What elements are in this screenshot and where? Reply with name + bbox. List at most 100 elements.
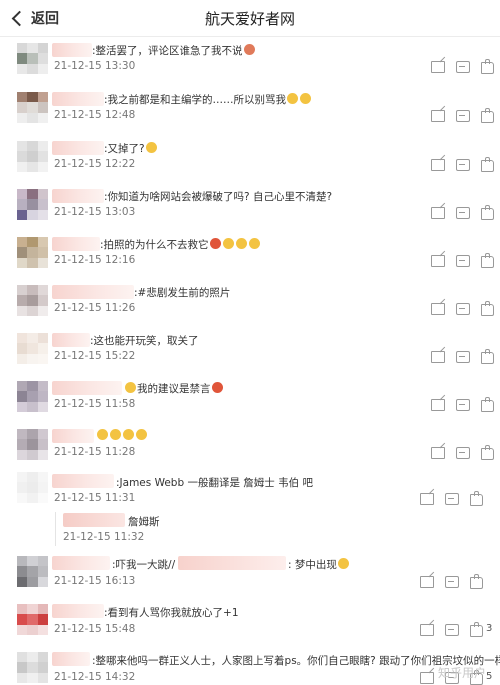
comment-icon[interactable] — [456, 61, 470, 73]
comment-icon[interactable] — [456, 110, 470, 122]
emoji-icon — [337, 558, 349, 569]
emoji-icon — [145, 142, 157, 153]
comment-text: :你知道为啥网站会被爆破了吗? 自己心里不清楚? — [104, 191, 333, 203]
emoji-icon — [110, 429, 121, 440]
like-icon[interactable] — [481, 59, 494, 74]
emoji-icon — [235, 238, 247, 249]
comment-time: 21-12-15 12:22 — [54, 158, 136, 170]
avatar — [17, 333, 48, 364]
comment-text: :又掉了? — [104, 141, 158, 156]
like-icon[interactable] — [481, 108, 494, 123]
share-icon[interactable] — [431, 447, 445, 459]
comment-item: :整哪来他吗一群正义人士，人家图上写着ps。你们自己眼瞎? 跟动了你们祖宗坟似的… — [0, 648, 500, 685]
share-icon[interactable] — [420, 672, 434, 684]
emoji-icon — [222, 238, 234, 249]
comment-icon[interactable] — [456, 447, 470, 459]
comment-icon[interactable] — [445, 624, 459, 636]
username-blurred — [52, 333, 90, 347]
comment-item: :我之前都是和主编学的……所以别骂我 21-12-15 12:48 — [0, 87, 500, 133]
username-blurred — [52, 141, 104, 155]
comment-item: :#悲剧发生前的照片 21-12-15 11:26 — [0, 280, 500, 326]
avatar — [17, 43, 48, 74]
share-icon[interactable] — [431, 255, 445, 267]
comment-text: :这也能开玩笑，取关了 — [90, 335, 199, 347]
comment-icon[interactable] — [456, 207, 470, 219]
emoji-icon — [300, 93, 312, 104]
emoji-icon — [211, 382, 223, 393]
like-icon[interactable] — [481, 349, 494, 364]
username-blurred — [52, 652, 90, 666]
like-icon[interactable] — [481, 301, 494, 316]
reply-item: 詹姆斯 21-12-15 11:32 — [0, 510, 500, 546]
like-icon[interactable] — [481, 445, 494, 460]
comment-text: 我的建议是禁言 — [124, 381, 224, 396]
comment-icon[interactable] — [445, 493, 459, 505]
comment-time: 21-12-15 16:13 — [54, 575, 136, 587]
comment-item: :James Webb 一般翻译是 詹姆士 韦伯 吧 21-12-15 11:3… — [0, 472, 500, 508]
share-icon[interactable] — [431, 110, 445, 122]
share-icon[interactable] — [431, 399, 445, 411]
comment-item: :吓我一大跳// : 梦中出现 21-12-15 16:13 — [0, 552, 500, 596]
emoji-icon — [125, 382, 136, 393]
like-icon[interactable] — [470, 491, 483, 506]
share-icon[interactable] — [431, 61, 445, 73]
like-icon[interactable] — [481, 157, 494, 172]
like-icon[interactable] — [481, 397, 494, 412]
share-icon[interactable] — [431, 159, 445, 171]
share-icon[interactable] — [431, 303, 445, 315]
avatar — [17, 92, 48, 123]
comment-item: 21-12-15 11:28 — [0, 424, 500, 470]
username-blurred — [52, 285, 134, 299]
comment-icon[interactable] — [456, 303, 470, 315]
username-blurred — [178, 556, 286, 570]
like-icon[interactable] — [481, 253, 494, 268]
comment-text: :James Webb 一般翻译是 詹姆士 韦伯 吧 — [116, 477, 313, 489]
comment-icon[interactable] — [456, 399, 470, 411]
comment-time: 21-12-15 11:31 — [54, 492, 136, 504]
avatar — [17, 189, 48, 220]
username-blurred — [52, 474, 114, 488]
comment-icon[interactable] — [456, 255, 470, 267]
comment-text: :#悲剧发生前的照片 — [134, 287, 231, 299]
comment-icon[interactable] — [456, 159, 470, 171]
comment-time: 21-12-15 11:26 — [54, 302, 136, 314]
emoji-icon — [248, 238, 260, 249]
comment-icon[interactable] — [456, 351, 470, 363]
comment-item: :整活罢了，评论区谁急了我不说 21-12-15 13:30 — [0, 38, 500, 84]
avatar — [17, 472, 48, 503]
comment-time: 21-12-15 13:30 — [54, 60, 136, 72]
like-icon[interactable] — [470, 622, 483, 637]
avatar — [17, 604, 48, 635]
avatar — [17, 556, 48, 587]
avatar — [17, 141, 48, 172]
share-icon[interactable] — [431, 207, 445, 219]
emoji-icon — [243, 44, 255, 55]
username-blurred — [52, 604, 104, 618]
share-icon[interactable] — [420, 493, 434, 505]
like-icon[interactable] — [470, 574, 483, 589]
watermark: 知乎用户 — [437, 666, 486, 680]
share-icon[interactable] — [431, 351, 445, 363]
comment-time: 21-12-15 15:48 — [54, 623, 136, 635]
emoji-icon — [97, 429, 108, 440]
comment-text: :整活罢了，评论区谁急了我不说 — [92, 43, 256, 58]
comment-icon[interactable] — [445, 576, 459, 588]
share-icon[interactable] — [420, 576, 434, 588]
comment-time: 21-12-15 14:32 — [54, 671, 136, 683]
share-icon[interactable] — [420, 624, 434, 636]
username-blurred — [52, 381, 122, 395]
comment-text: :看到有人骂你我就放心了+1 — [104, 607, 239, 619]
username-blurred — [52, 429, 94, 443]
page-title: 航天爱好者网 — [204, 10, 295, 28]
like-icon[interactable] — [481, 205, 494, 220]
username-blurred — [52, 237, 100, 251]
comment-text: :我之前都是和主编学的……所以别骂我 — [104, 92, 312, 107]
comment-time: 21-12-15 12:16 — [54, 254, 136, 266]
emoji-icon — [287, 93, 299, 104]
comment-item: :又掉了? 21-12-15 12:22 — [0, 136, 500, 182]
reply-time: 21-12-15 11:32 — [63, 531, 145, 543]
comment-time: 21-12-15 11:28 — [54, 446, 136, 458]
reply-text: 詹姆斯 — [128, 516, 160, 528]
username-blurred — [52, 92, 104, 106]
comment-text-2: : 梦中出现 — [288, 557, 350, 572]
